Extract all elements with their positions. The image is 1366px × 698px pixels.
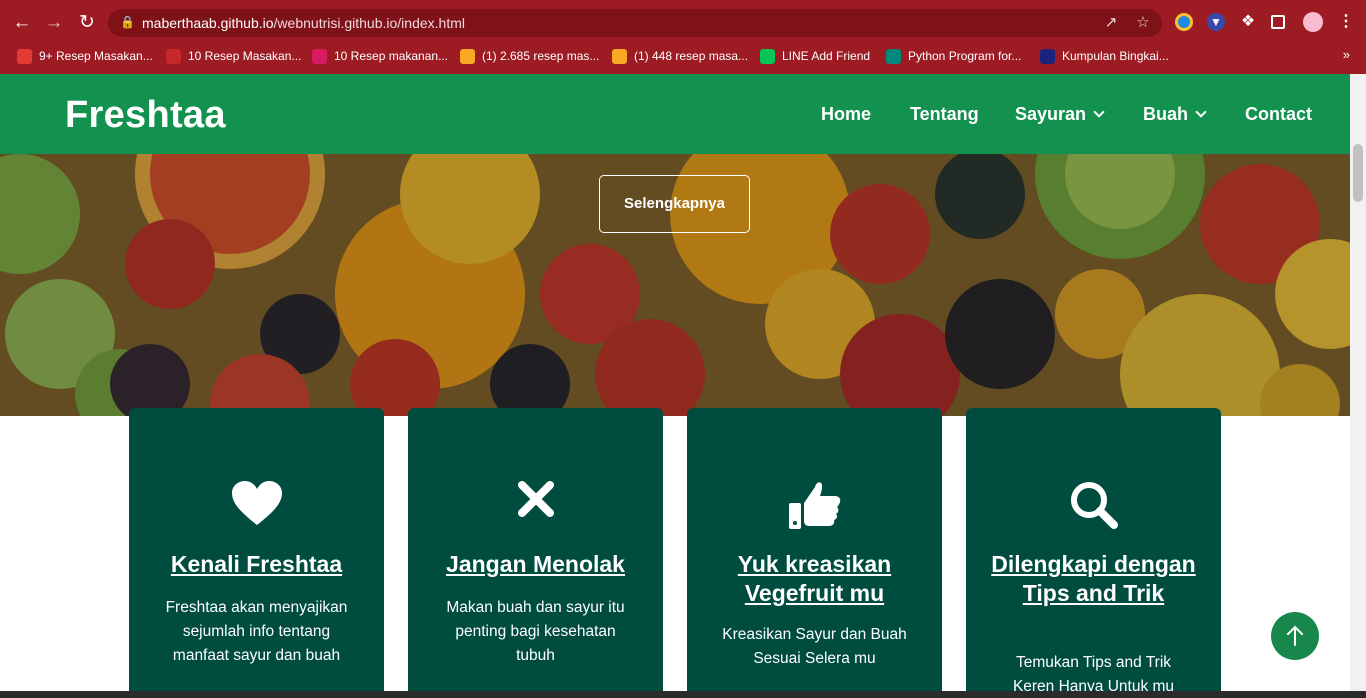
bookmark-item[interactable]: 10 Resep makanan... [312,47,448,65]
site-navbar: Freshtaa Home Tentang Sayuran Buah Contact [0,74,1350,154]
nav-link-sayuran[interactable]: Sayuran [1015,104,1105,125]
x-mark-icon [408,481,663,529]
address-bar[interactable]: 🔒 maberthaab.github.io/webnutrisi.github… [108,9,1162,37]
bookmark-favicon-icon [760,48,775,64]
selengkapnya-button[interactable]: Selengkapnya [599,175,750,233]
bookmark-favicon-icon [312,48,327,64]
card-text: Kreasikan Sayur dan Buah Sesuai Selera m… [722,626,907,667]
card-title[interactable]: Jangan Menolak [418,550,653,579]
bookmark-label: Python Program for... [908,49,1022,63]
card-text: Makan buah dan sayur itu penting bagi ke… [446,599,625,664]
star-icon[interactable]: ☆ [1134,14,1152,32]
url-text[interactable]: maberthaab.github.io/webnutrisi.github.i… [142,15,465,31]
card-title[interactable]: Yuk kreasikan Vegefruit mu [697,550,932,608]
bookmark-label: LINE Add Friend [782,49,871,63]
nav-link-label: Sayuran [1015,104,1087,124]
chrome-extension-icon[interactable] [1175,13,1193,31]
forward-arrow-icon[interactable]: → [43,12,65,34]
lock-icon: 🔒 [120,15,135,29]
bookmarks-bar: 9+ Resep Masakan... 10 Resep Masakan... 10… [0,44,1366,68]
puzzle-icon[interactable]: ❖ [1239,13,1257,31]
back-to-top-button[interactable] [1271,612,1319,660]
bookmark-favicon-icon [612,48,627,64]
shield-extension-icon[interactable]: ▼ [1207,13,1225,31]
nav-link-buah[interactable]: Buah [1143,104,1207,125]
browser-chrome: ← → ↻ 🔒 maberthaab.github.io/webnutrisi.… [0,0,1366,74]
bookmarks-more-icon[interactable]: » [1343,47,1350,62]
reload-icon[interactable]: ↻ [76,12,98,34]
feature-card: Jangan Menolak Makan buah dan sayur itu p… [408,408,663,691]
bookmark-favicon-icon [460,48,475,64]
feature-card: Kenali Freshtaa Freshtaa akan menyajikan … [129,408,384,691]
bookmark-item[interactable]: LINE Add Friend [760,47,870,65]
nav-link-tentang[interactable]: Tentang [910,104,979,125]
heart-icon [129,481,384,529]
bookmark-label: 9+ Resep Masakan... [39,49,153,63]
nav-link-contact[interactable]: Contact [1245,104,1312,125]
bookmark-item[interactable]: Kumpulan Bingkai... [1040,47,1169,65]
window-bottom-edge [0,691,1366,698]
nav-link-label: Home [821,104,872,124]
bookmark-favicon-icon [1040,48,1055,64]
arrow-up-icon [1287,625,1303,646]
feature-card: Yuk kreasikan Vegefruit mu Kreasikan Sayu… [687,408,942,691]
scrollbar-thumb[interactable] [1353,144,1363,202]
hero-banner: Selengkapnya [0,154,1350,416]
chevron-down-icon [1093,106,1105,118]
feature-card: Dilengkapi dengan Tips and Trik Temukan T… [966,408,1221,691]
bookmark-item[interactable]: Python Program for... [886,47,1021,65]
back-arrow-icon[interactable]: ← [11,12,33,34]
magnifier-icon [966,481,1221,529]
page-viewport: Freshtaa Home Tentang Sayuran Buah Contact [0,74,1350,691]
bookmark-label: 10 Resep makanan... [334,49,449,63]
bookmark-favicon-icon [17,48,32,64]
profile-avatar[interactable] [1303,12,1323,32]
scrollbar[interactable] [1350,74,1366,691]
bookmark-favicon-icon [886,48,901,64]
nav-link-label: Buah [1143,104,1188,124]
browser-toolbar: ← → ↻ 🔒 maberthaab.github.io/webnutrisi.… [0,0,1366,44]
bookmark-favicon-icon [166,48,181,64]
bookmark-label: 10 Resep Masakan... [188,49,302,63]
side-panel-icon[interactable] [1271,15,1285,29]
nav-link-label: Contact [1245,104,1312,124]
nav-link-label: Tentang [910,104,979,124]
site-brand[interactable]: Freshtaa [65,94,226,137]
card-text: Temukan Tips and Trik Keren Hanya Untuk … [1012,654,1175,691]
bookmark-label: (1) 448 resep masa... [634,49,749,63]
card-title[interactable]: Kenali Freshtaa [139,550,374,579]
bookmark-item[interactable]: (1) 448 resep masa... [612,47,748,65]
card-title[interactable]: Dilengkapi dengan Tips and Trik [976,550,1211,608]
bookmark-item[interactable]: 10 Resep Masakan... [166,47,301,65]
share-icon[interactable]: ↗ [1102,14,1120,32]
bookmark-item[interactable]: (1) 2.685 resep mas... [460,47,599,65]
bookmark-label: Kumpulan Bingkai... [1062,49,1169,63]
card-text: Freshtaa akan menyajikan sejumlah info t… [165,599,348,664]
menu-dots-icon[interactable]: ⋮ [1337,13,1355,31]
nav-link-home[interactable]: Home [821,104,871,125]
chevron-down-icon [1195,106,1207,118]
thumbs-up-icon [687,481,942,529]
bookmark-item[interactable]: 9+ Resep Masakan... [17,47,153,65]
bookmark-label: (1) 2.685 resep mas... [482,49,600,63]
